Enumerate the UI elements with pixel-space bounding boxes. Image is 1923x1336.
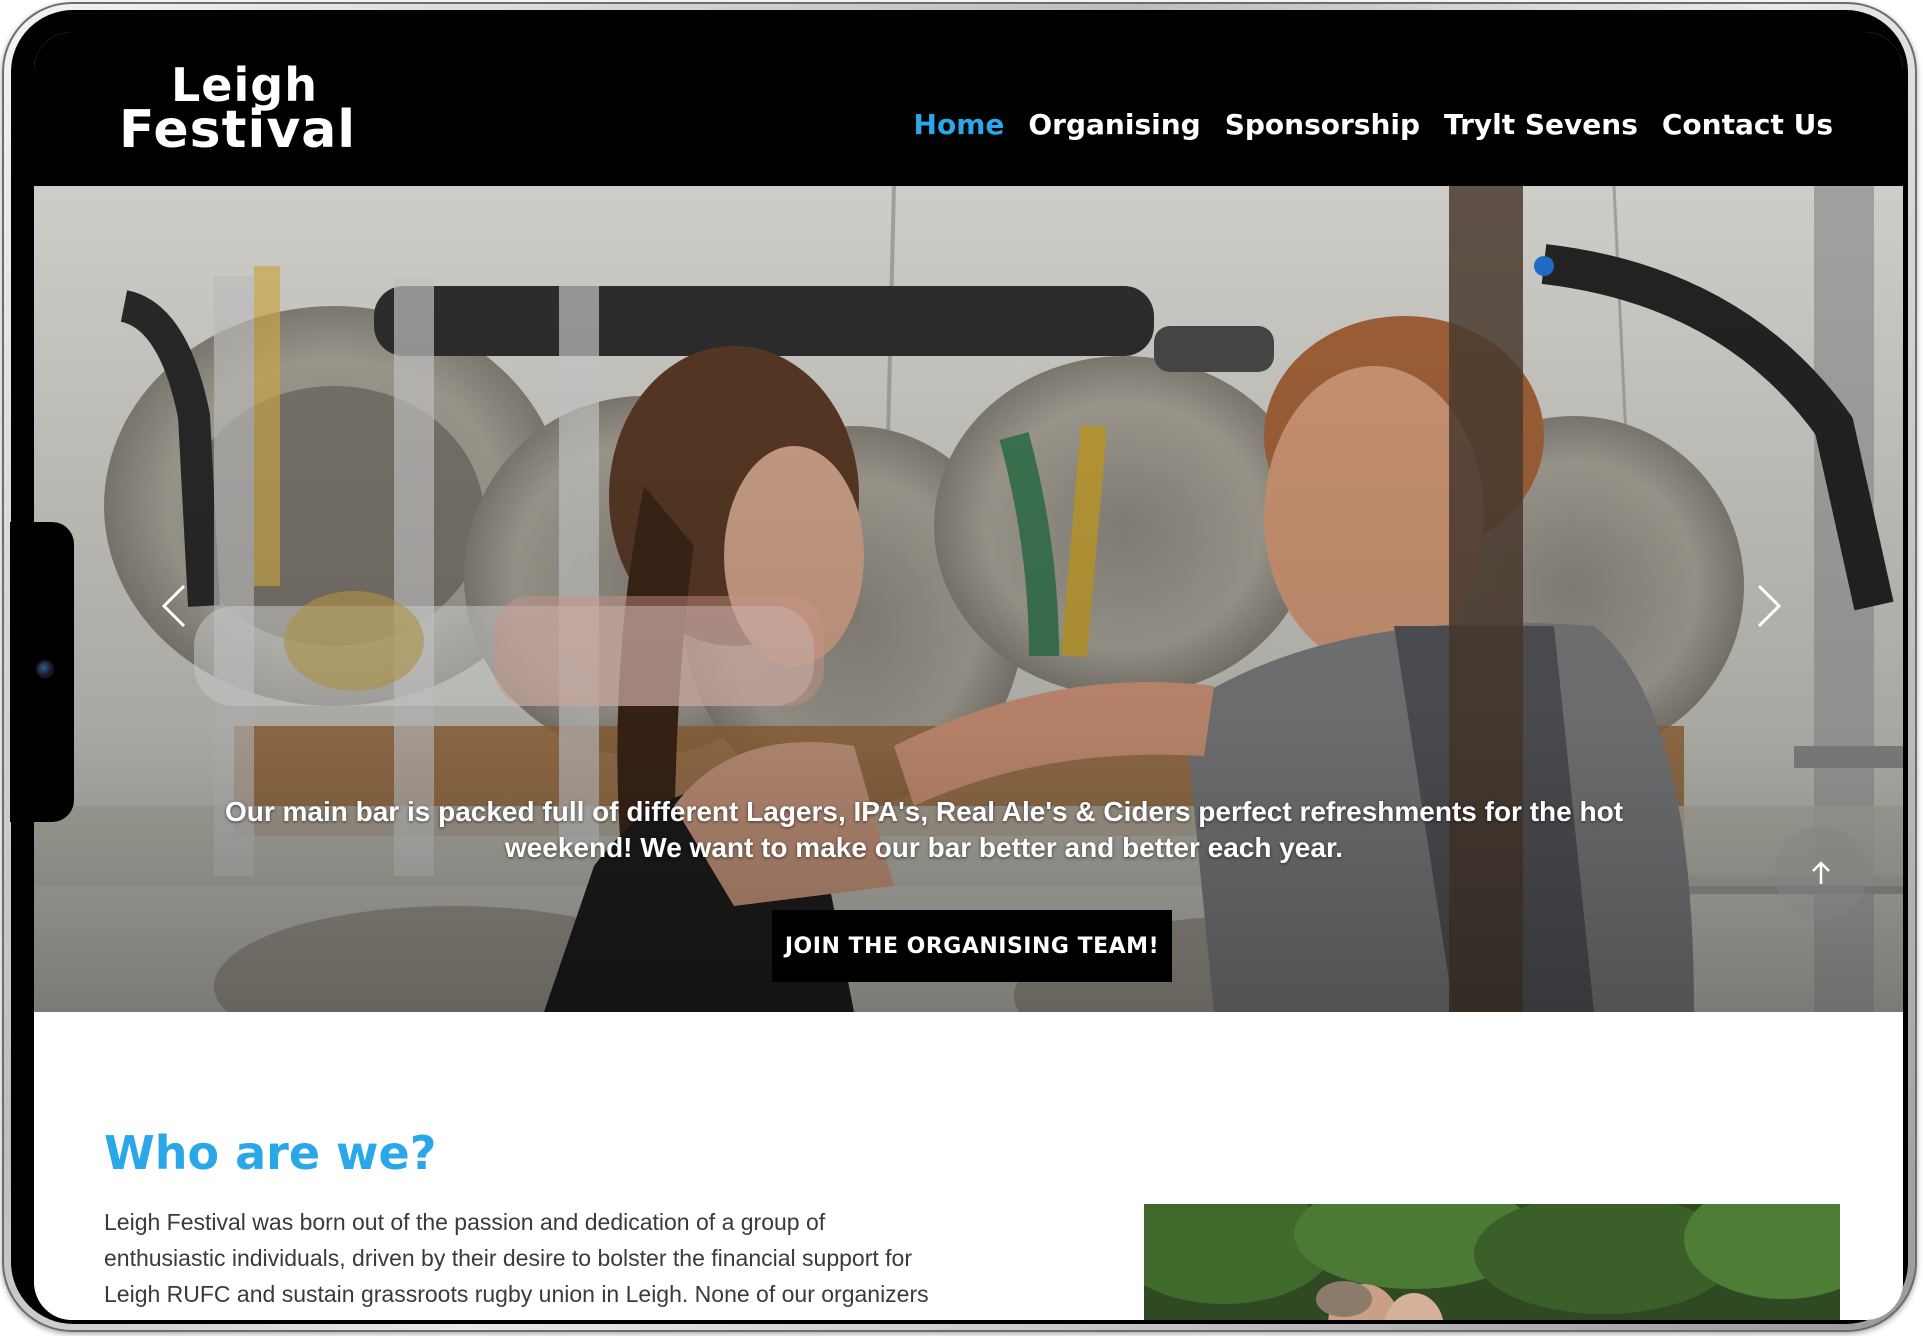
about-title: Who are we? bbox=[104, 1126, 437, 1180]
about-text: Leigh Festival was born out of the passi… bbox=[104, 1209, 931, 1320]
scroll-to-top-button[interactable] bbox=[1774, 826, 1868, 920]
nav-item-organising[interactable]: Organising bbox=[1028, 108, 1200, 141]
hero-caption: Our main bar is packed full of different… bbox=[224, 796, 1624, 863]
about-photo bbox=[1144, 1204, 1840, 1320]
tablet-frame: Leigh Festival Home Organising Sponsorsh… bbox=[2, 2, 1917, 1332]
logo-word-festival: Festival bbox=[119, 100, 357, 160]
nav-item-sponsorship[interactable]: Sponsorship bbox=[1225, 108, 1420, 141]
website-screen: Leigh Festival Home Organising Sponsorsh… bbox=[34, 32, 1903, 1320]
main-nav: Home Organising Sponsorship Trylt Sevens… bbox=[914, 108, 1833, 141]
nav-item-contact-us[interactable]: Contact Us bbox=[1662, 108, 1833, 141]
nav-item-home[interactable]: Home bbox=[914, 108, 1005, 141]
chevron-right-icon bbox=[1757, 584, 1781, 628]
slider-next-button[interactable] bbox=[1739, 566, 1799, 646]
about-section: Who are we? Leigh Festival was born out … bbox=[34, 1012, 1903, 1320]
device-side-notch bbox=[10, 522, 74, 822]
arrow-up-icon bbox=[1812, 861, 1830, 884]
page: Leigh Festival Home Organising Sponsorsh… bbox=[0, 0, 1923, 1336]
site-logo[interactable]: Leigh Festival bbox=[119, 62, 355, 162]
join-organising-team-button[interactable]: JOIN THE ORGANISING TEAM! bbox=[772, 910, 1172, 982]
hero-photo bbox=[34, 186, 1903, 1012]
site-header: Leigh Festival Home Organising Sponsorsh… bbox=[34, 32, 1903, 186]
tablet-bezel: Leigh Festival Home Organising Sponsorsh… bbox=[11, 10, 1908, 1324]
nav-item-trylt-sevens[interactable]: Trylt Sevens bbox=[1444, 108, 1638, 141]
chevron-left-icon bbox=[162, 584, 186, 628]
camera-icon bbox=[38, 662, 52, 676]
hero-slider: Our main bar is packed full of different… bbox=[34, 186, 1903, 1012]
slider-prev-button[interactable] bbox=[144, 566, 204, 646]
